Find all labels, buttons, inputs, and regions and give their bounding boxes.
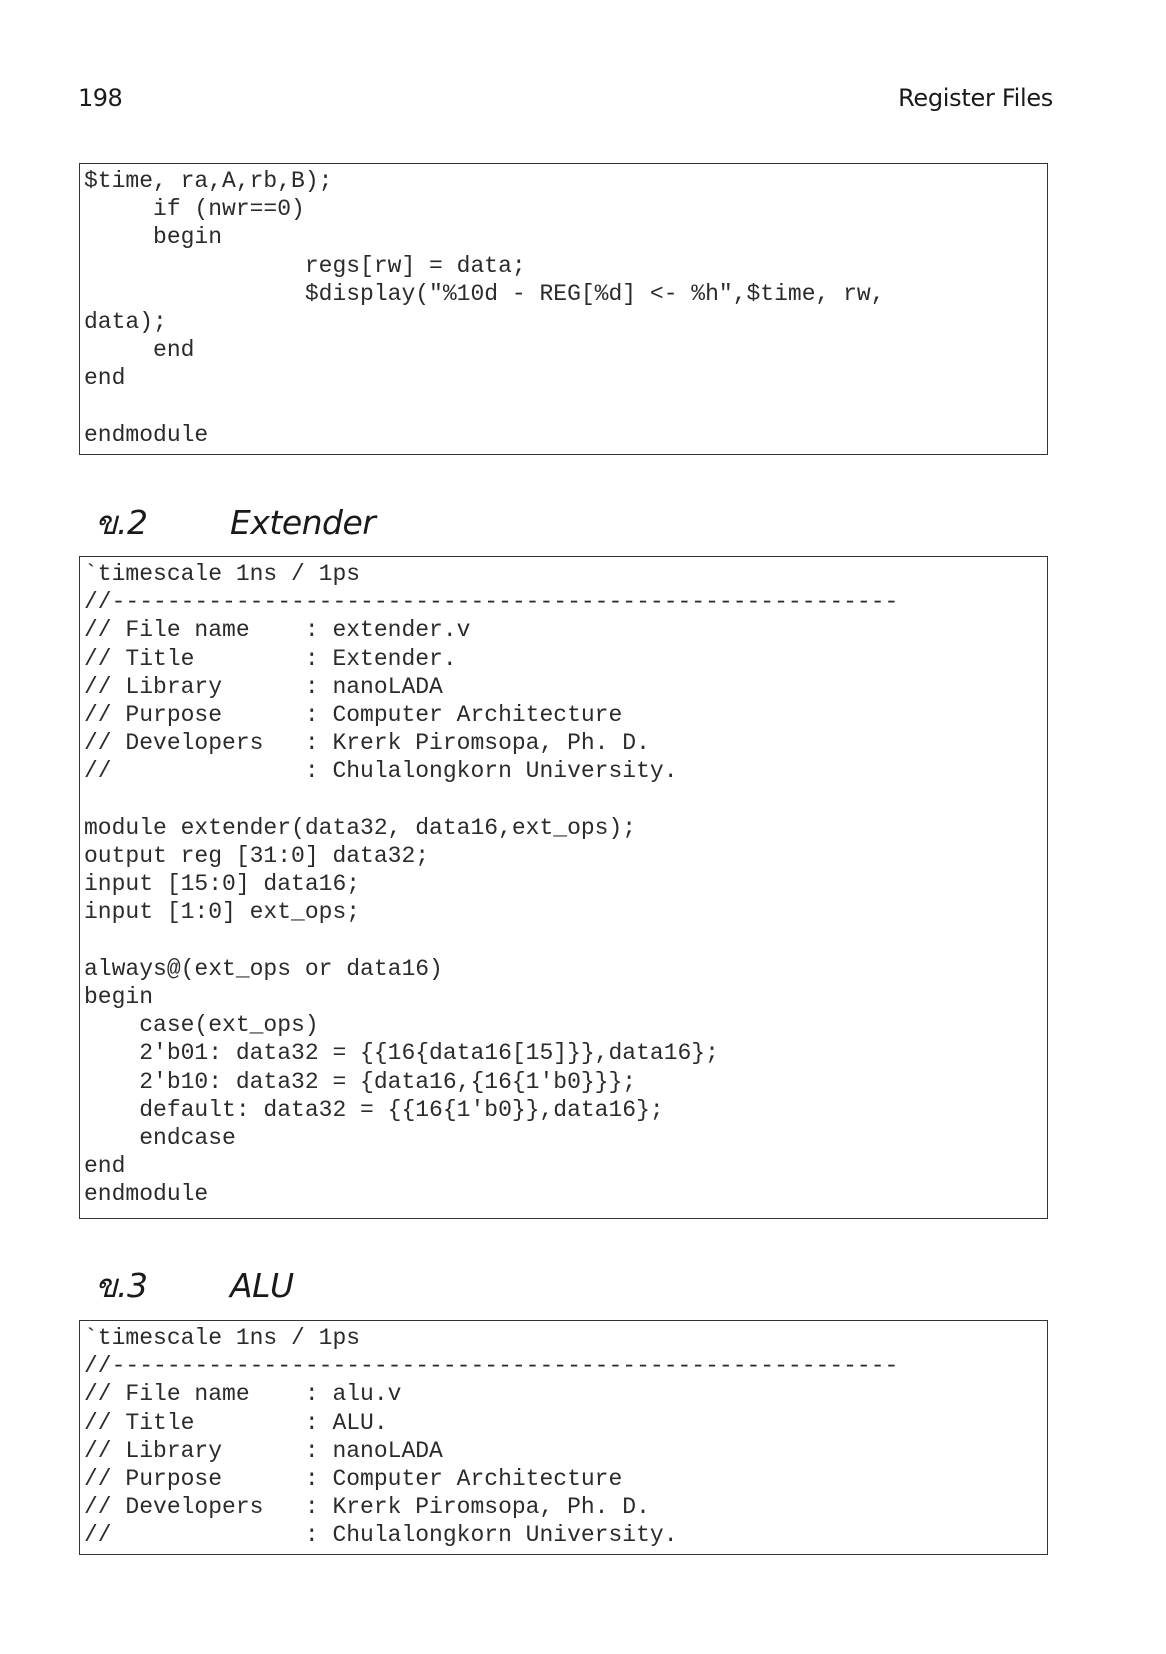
section-title: ALU <box>230 1266 294 1305</box>
section-heading-alu: ข.3 ALU <box>95 1259 294 1312</box>
code-listing-extender: `timescale 1ns / 1ps //-----------------… <box>79 556 1048 1219</box>
code-listing-register-file-tail: $time, ra,A,rb,B); if (nwr==0) begin reg… <box>79 163 1048 455</box>
section-number: ข.2 <box>95 503 148 542</box>
section-title: Extender <box>230 503 376 542</box>
running-header: Register Files <box>898 84 1053 112</box>
section-heading-extender: ข.2 Extender <box>95 496 376 549</box>
code-listing-alu: `timescale 1ns / 1ps //-----------------… <box>79 1320 1048 1555</box>
page-number: 198 <box>78 84 123 112</box>
section-number: ข.3 <box>95 1266 148 1305</box>
